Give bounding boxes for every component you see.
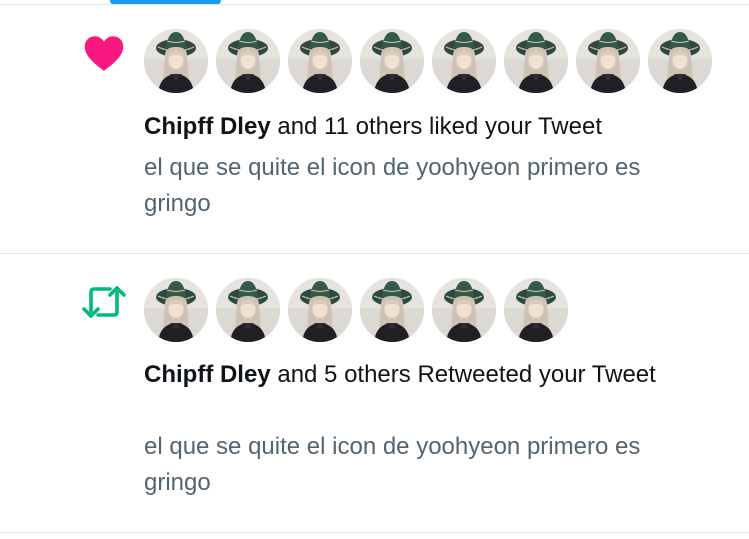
avatar[interactable] — [216, 278, 280, 342]
notification-like[interactable]: Chipff Dley and 11 others liked your Twe… — [0, 5, 749, 254]
avatar[interactable] — [144, 278, 208, 342]
avatar[interactable] — [216, 29, 280, 93]
avatar[interactable] — [504, 29, 568, 93]
retweet-icon — [80, 278, 128, 326]
avatar[interactable] — [432, 29, 496, 93]
avatar[interactable] — [288, 29, 352, 93]
avatar[interactable] — [360, 278, 424, 342]
user-name-link[interactable]: Chipff Dley — [144, 361, 271, 388]
tweet-preview-text[interactable]: el que se quite el icon de yoohyeon prim… — [144, 150, 704, 222]
avatar[interactable] — [432, 278, 496, 342]
tweet-preview-text[interactable]: el que se quite el icon de yoohyeon prim… — [144, 429, 704, 501]
avatar-group — [144, 29, 712, 93]
heart-icon — [80, 29, 128, 77]
avatar[interactable] — [360, 29, 424, 93]
notification-retweet[interactable]: Chipff Dley and 5 others Retweeted your … — [0, 254, 749, 533]
notifications-page: Chipff Dley and 11 others liked your Twe… — [0, 0, 749, 539]
notification-text: Chipff Dley and 5 others Retweeted your … — [144, 358, 704, 392]
avatar[interactable] — [576, 29, 640, 93]
action-text: and 11 others liked your Tweet — [277, 113, 602, 140]
avatar[interactable] — [144, 29, 208, 93]
notification-text: Chipff Dley and 11 others liked your Twe… — [144, 110, 704, 144]
avatar[interactable] — [504, 278, 568, 342]
avatar[interactable] — [288, 278, 352, 342]
action-text: and 5 others Retweeted your Tweet — [277, 361, 656, 388]
avatar[interactable] — [648, 29, 712, 93]
user-name-link[interactable]: Chipff Dley — [144, 113, 271, 140]
avatar-group — [144, 278, 568, 342]
